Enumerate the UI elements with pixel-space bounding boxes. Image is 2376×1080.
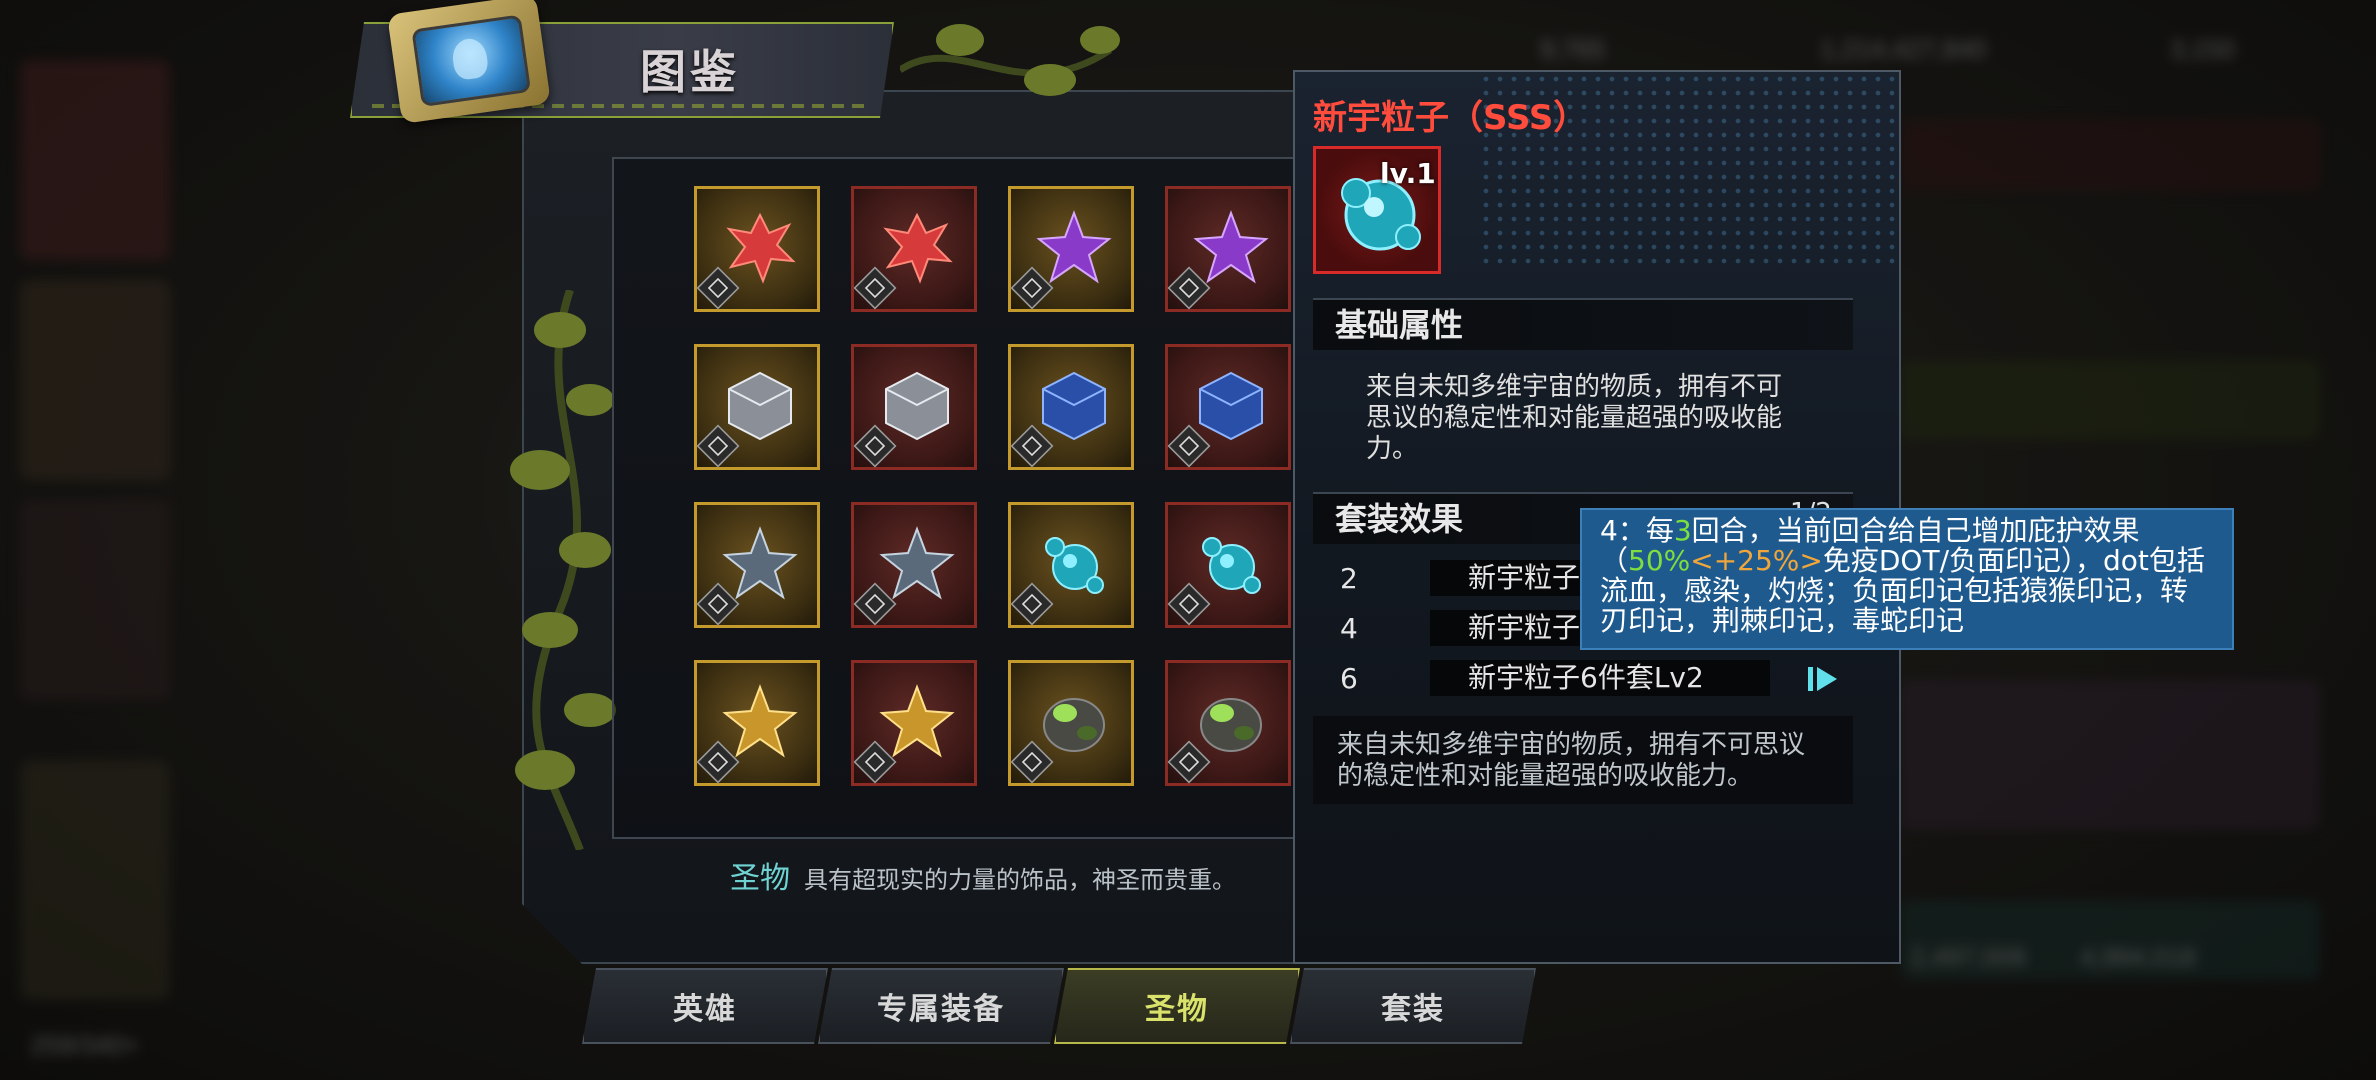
basic-attributes-header: 基础属性 bbox=[1313, 298, 1853, 350]
gray-star-icon bbox=[722, 526, 798, 600]
gold-star-icon bbox=[722, 684, 798, 758]
relic-slot[interactable] bbox=[1165, 660, 1291, 786]
relic-slot[interactable] bbox=[851, 502, 977, 628]
tooltip-highlight: 3 bbox=[1673, 514, 1692, 547]
relic-level: lv.1 bbox=[1380, 157, 1436, 190]
play-icon[interactable] bbox=[1808, 665, 1838, 693]
tab-label: 套装 bbox=[1381, 992, 1445, 1027]
category-description: 具有超现实的力量的饰品，神圣而贵重。 bbox=[804, 866, 1236, 894]
relic-slot[interactable] bbox=[694, 502, 820, 628]
gray-star-icon bbox=[879, 526, 955, 600]
set-piece-count: 6 bbox=[1340, 662, 1358, 695]
relic-slot[interactable] bbox=[851, 344, 977, 470]
relic-icon: lv.1 bbox=[1313, 146, 1441, 274]
set-row-6[interactable]: 6 新宇粒子6件套Lv2 bbox=[1340, 660, 1770, 696]
tab-label: 专属装备 bbox=[877, 992, 1005, 1027]
relic-slot[interactable] bbox=[851, 186, 977, 312]
purple-crystal-icon bbox=[1036, 210, 1112, 284]
green-rock-icon bbox=[1200, 698, 1262, 752]
cyan-orb-icon bbox=[1045, 537, 1104, 594]
tooltip-bonus: <+25%> bbox=[1690, 544, 1823, 577]
category-footer: 圣物 具有超现实的力量的饰品，神圣而贵重。 bbox=[730, 853, 1236, 897]
cyan-orb-icon bbox=[1202, 537, 1261, 594]
category-name: 圣物 bbox=[730, 861, 790, 896]
set-piece-count: 4 bbox=[1340, 612, 1358, 645]
relic-slot[interactable] bbox=[694, 186, 820, 312]
red-coral-icon bbox=[726, 212, 796, 284]
set-piece-count: 2 bbox=[1340, 562, 1358, 595]
basic-description: 来自未知多维宇宙的物质，拥有不可思议的稳定性和对能量超强的吸收能力。 bbox=[1366, 372, 1783, 464]
tooltip-highlight: 50% bbox=[1628, 544, 1691, 577]
tooltip-text: 4：每 bbox=[1600, 514, 1674, 547]
blue-cube-icon bbox=[1042, 371, 1106, 441]
relic-slot[interactable] bbox=[1008, 502, 1134, 628]
green-rock-icon bbox=[1043, 698, 1105, 752]
relic-slot[interactable] bbox=[1008, 660, 1134, 786]
relic-lore-text: 来自未知多维宇宙的物质，拥有不可思议的稳定性和对能量超强的吸收能力。 bbox=[1313, 716, 1853, 804]
relic-slot[interactable] bbox=[1165, 344, 1291, 470]
set-effect-tooltip: 4：每3回合，当前回合给自己增加庇护效果（50%<+25%>免疫DOT/负面印记… bbox=[1580, 508, 2234, 650]
red-coral-icon bbox=[883, 212, 953, 284]
tab-label: 英雄 bbox=[673, 992, 737, 1027]
tab-relics[interactable]: 圣物 bbox=[1054, 968, 1300, 1044]
set-row-2[interactable]: 2 新宇粒子 bbox=[1340, 560, 1770, 596]
tab-label: 圣物 bbox=[1145, 992, 1209, 1027]
relic-slot[interactable] bbox=[1165, 186, 1291, 312]
relic-slot[interactable] bbox=[1165, 502, 1291, 628]
blue-cube-icon bbox=[1199, 371, 1263, 441]
gold-star-icon bbox=[879, 684, 955, 758]
set-effect-name: 新宇粒子6件套Lv2 bbox=[1430, 660, 1770, 696]
relic-slot[interactable] bbox=[851, 660, 977, 786]
relic-name: 新宇粒子（SSS） bbox=[1313, 98, 1588, 138]
relic-slot[interactable] bbox=[694, 660, 820, 786]
set-row-4[interactable]: 4 新宇粒子 bbox=[1340, 610, 1770, 646]
tab-heroes[interactable]: 英雄 bbox=[582, 968, 828, 1044]
relic-slot[interactable] bbox=[694, 344, 820, 470]
silver-cube-icon bbox=[885, 371, 949, 441]
silver-cube-icon bbox=[728, 371, 792, 441]
relic-slot[interactable] bbox=[1008, 344, 1134, 470]
tab-sets[interactable]: 套装 bbox=[1290, 968, 1536, 1044]
codex-emblem-icon bbox=[387, 0, 551, 124]
purple-crystal-icon bbox=[1193, 210, 1269, 284]
relic-slot[interactable] bbox=[1008, 186, 1134, 312]
page-title: 图鉴 bbox=[640, 45, 740, 99]
vine-decoration bbox=[900, 24, 1120, 96]
tab-exclusive-equipment[interactable]: 专属装备 bbox=[818, 968, 1064, 1044]
